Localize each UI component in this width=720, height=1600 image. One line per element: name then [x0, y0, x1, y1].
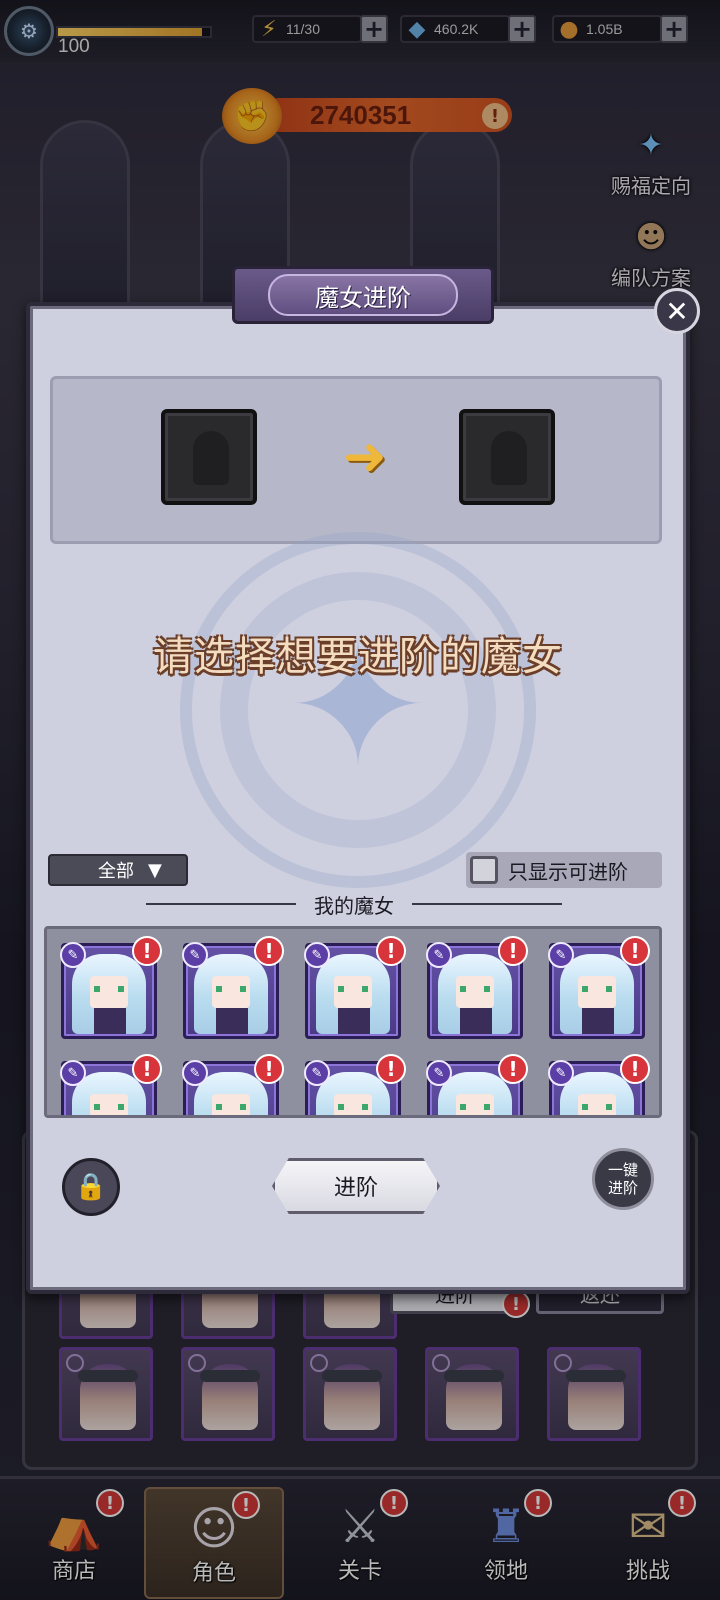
lock-icon[interactable]: 🔒	[62, 1158, 120, 1216]
dialog-title: 魔女进阶	[268, 274, 458, 316]
alert-badge: !	[620, 936, 650, 966]
only-advanceable-label: 只显示可进阶	[508, 859, 628, 884]
witch-card[interactable]: ✎!	[304, 1054, 406, 1115]
wrench-icon: ✎	[426, 942, 452, 968]
my-witches-title: 我的魔女	[314, 893, 394, 918]
witch-card[interactable]: ✎!	[182, 1054, 284, 1115]
witch-advance-dialog: ➜ ✦ 请选择想要进阶的魔女 全部 ▼ 只显示可进阶 我的魔女 ✎! ✎! ✎!…	[26, 302, 690, 1294]
one-click-line2: 进阶	[607, 1179, 638, 1197]
wrench-icon: ✎	[548, 942, 574, 968]
alert-badge: !	[132, 936, 162, 966]
one-click-line1: 一键	[607, 1161, 638, 1179]
witch-card[interactable]: ✎!	[304, 936, 406, 1039]
alert-badge: !	[620, 1054, 650, 1084]
wrench-icon: ✎	[548, 1060, 574, 1086]
divider	[146, 903, 296, 905]
witch-card[interactable]: ✎!	[426, 936, 528, 1039]
only-advanceable-checkbox[interactable]	[470, 856, 498, 884]
filter-selected: 全部	[98, 861, 134, 882]
wrench-icon: ✎	[182, 942, 208, 968]
only-advanceable-toggle[interactable]: 只显示可进阶	[466, 852, 662, 888]
witch-card[interactable]: ✎!	[60, 1054, 162, 1115]
result-witch-slot	[459, 409, 555, 505]
alert-badge: !	[376, 1054, 406, 1084]
my-witches-header: 我的魔女	[134, 886, 574, 922]
wrench-icon: ✎	[304, 942, 330, 968]
advance-button[interactable]: 进阶	[272, 1158, 440, 1214]
witch-card[interactable]: ✎!	[60, 936, 162, 1039]
alert-badge: !	[132, 1054, 162, 1084]
alert-badge: !	[498, 1054, 528, 1084]
wrench-icon: ✎	[60, 1060, 86, 1086]
close-icon[interactable]: ✕	[654, 288, 700, 334]
wrench-icon: ✎	[426, 1060, 452, 1086]
witch-grid: ✎! ✎! ✎! ✎! ✎! ✎! ✎! ✎! ✎! ✎!	[44, 926, 662, 1118]
witch-card[interactable]: ✎!	[182, 936, 284, 1039]
wrench-icon: ✎	[60, 942, 86, 968]
witch-card[interactable]: ✎!	[548, 936, 650, 1039]
witch-card[interactable]: ✎!	[548, 1054, 650, 1115]
dialog-title-banner: 魔女进阶	[232, 266, 494, 324]
alert-badge: !	[254, 936, 284, 966]
alert-badge: !	[498, 936, 528, 966]
one-click-advance-button[interactable]: 一键 进阶	[592, 1148, 654, 1210]
arrow-right-icon: ➜	[343, 427, 387, 487]
divider	[412, 903, 562, 905]
triangle-down-icon: ▼	[148, 859, 162, 881]
wrench-icon: ✎	[182, 1060, 208, 1086]
alert-badge: !	[376, 936, 406, 966]
select-witch-prompt: 请选择想要进阶的魔女	[153, 634, 563, 680]
current-witch-slot[interactable]	[161, 409, 257, 505]
filter-dropdown[interactable]: 全部 ▼	[48, 854, 188, 886]
alert-badge: !	[254, 1054, 284, 1084]
witch-card[interactable]: ✎!	[426, 1054, 528, 1115]
advance-button-label: 进阶	[333, 1176, 378, 1201]
advance-preview-panel: ➜	[50, 376, 662, 544]
wrench-icon: ✎	[304, 1060, 330, 1086]
